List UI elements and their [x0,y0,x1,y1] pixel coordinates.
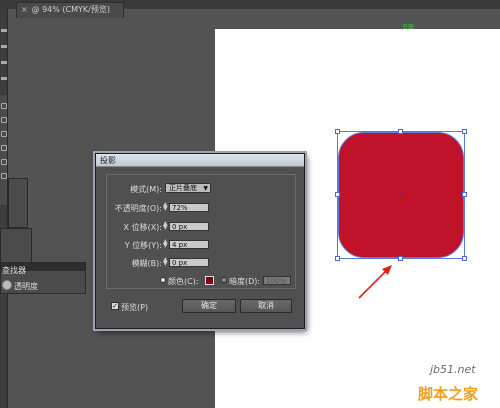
finder-panel-label[interactable]: 查找器 [2,265,26,276]
preview-label: 预览(P) [121,303,149,312]
resize-handle[interactable] [335,192,340,197]
resize-handle[interactable] [335,256,340,261]
blend-mode-value: 正片叠底 [169,184,197,192]
document-tab-title: @ 94% (CMYK/预览) [31,5,110,14]
resize-handle[interactable] [335,129,340,134]
spinner-arrows-icon[interactable]: ▲ ▼ [163,202,168,212]
tools-strip [0,9,8,408]
preview-checkbox[interactable]: ✓ [111,302,119,310]
tool-icon[interactable] [1,45,7,48]
resize-handle[interactable] [462,129,467,134]
artboard-marker-label: 页面 [402,24,415,31]
center-point [399,193,402,196]
panel-icon[interactable] [1,145,7,151]
watermark-url: jb51.net [430,363,476,376]
shadow-color-swatch[interactable] [205,276,214,285]
chevron-down-icon: ▼ [203,185,208,192]
resize-handle[interactable] [398,256,403,261]
opacity-label: 不透明度(O): [114,204,162,213]
spinner-arrows-icon[interactable]: ▲ ▼ [163,257,168,267]
blur-label: 模糊(B): [131,259,162,268]
panel-icons-strip [0,95,8,205]
darkness-label: 暗度(D): [229,277,261,286]
cancel-button[interactable]: 取消 [240,299,292,313]
transparency-icon [2,280,12,290]
ok-button[interactable]: 确定 [182,299,236,313]
floating-panel [8,178,28,228]
tool-icon[interactable] [1,29,7,32]
panel-icon[interactable] [1,103,7,109]
transparency-panel-label[interactable]: 透明度 [14,281,38,292]
x-offset-field[interactable]: 0 px [169,222,209,231]
color-radio[interactable] [160,277,166,283]
darkness-field[interactable]: 100% [263,276,291,285]
tool-icon[interactable] [1,77,7,80]
tool-icon[interactable] [1,61,7,64]
color-label: 颜色(C): [168,277,199,286]
x-offset-label: X 位移(X): [123,223,162,232]
spinner-arrows-icon[interactable]: ▲ ▼ [163,221,168,231]
document-tab[interactable]: × @ 94% (CMYK/预览) [16,2,124,18]
panel-icon[interactable] [1,131,7,137]
mode-label: 模式(M): [130,185,162,194]
panel-icon[interactable] [1,173,7,179]
tab-close-icon[interactable]: × [21,3,29,17]
watermark-logo-text: 脚本之家 [418,385,479,403]
panel-icon[interactable] [1,117,7,123]
blend-mode-select[interactable]: 正片叠底 ▼ [165,183,211,193]
resize-handle[interactable] [462,192,467,197]
annotation-arrow [358,265,392,299]
darkness-radio[interactable] [221,277,227,283]
opacity-field[interactable]: 72% [169,203,209,212]
y-offset-label: Y 位移(Y): [124,241,162,250]
blur-field[interactable]: 0 px [169,258,209,267]
spinner-arrows-icon[interactable]: ▲ ▼ [163,239,168,249]
resize-handle[interactable] [462,256,467,261]
y-offset-field[interactable]: 4 px [169,240,209,249]
resize-handle[interactable] [398,129,403,134]
panel-icon[interactable] [1,159,7,165]
dialog-title[interactable]: 投影 [96,154,304,167]
